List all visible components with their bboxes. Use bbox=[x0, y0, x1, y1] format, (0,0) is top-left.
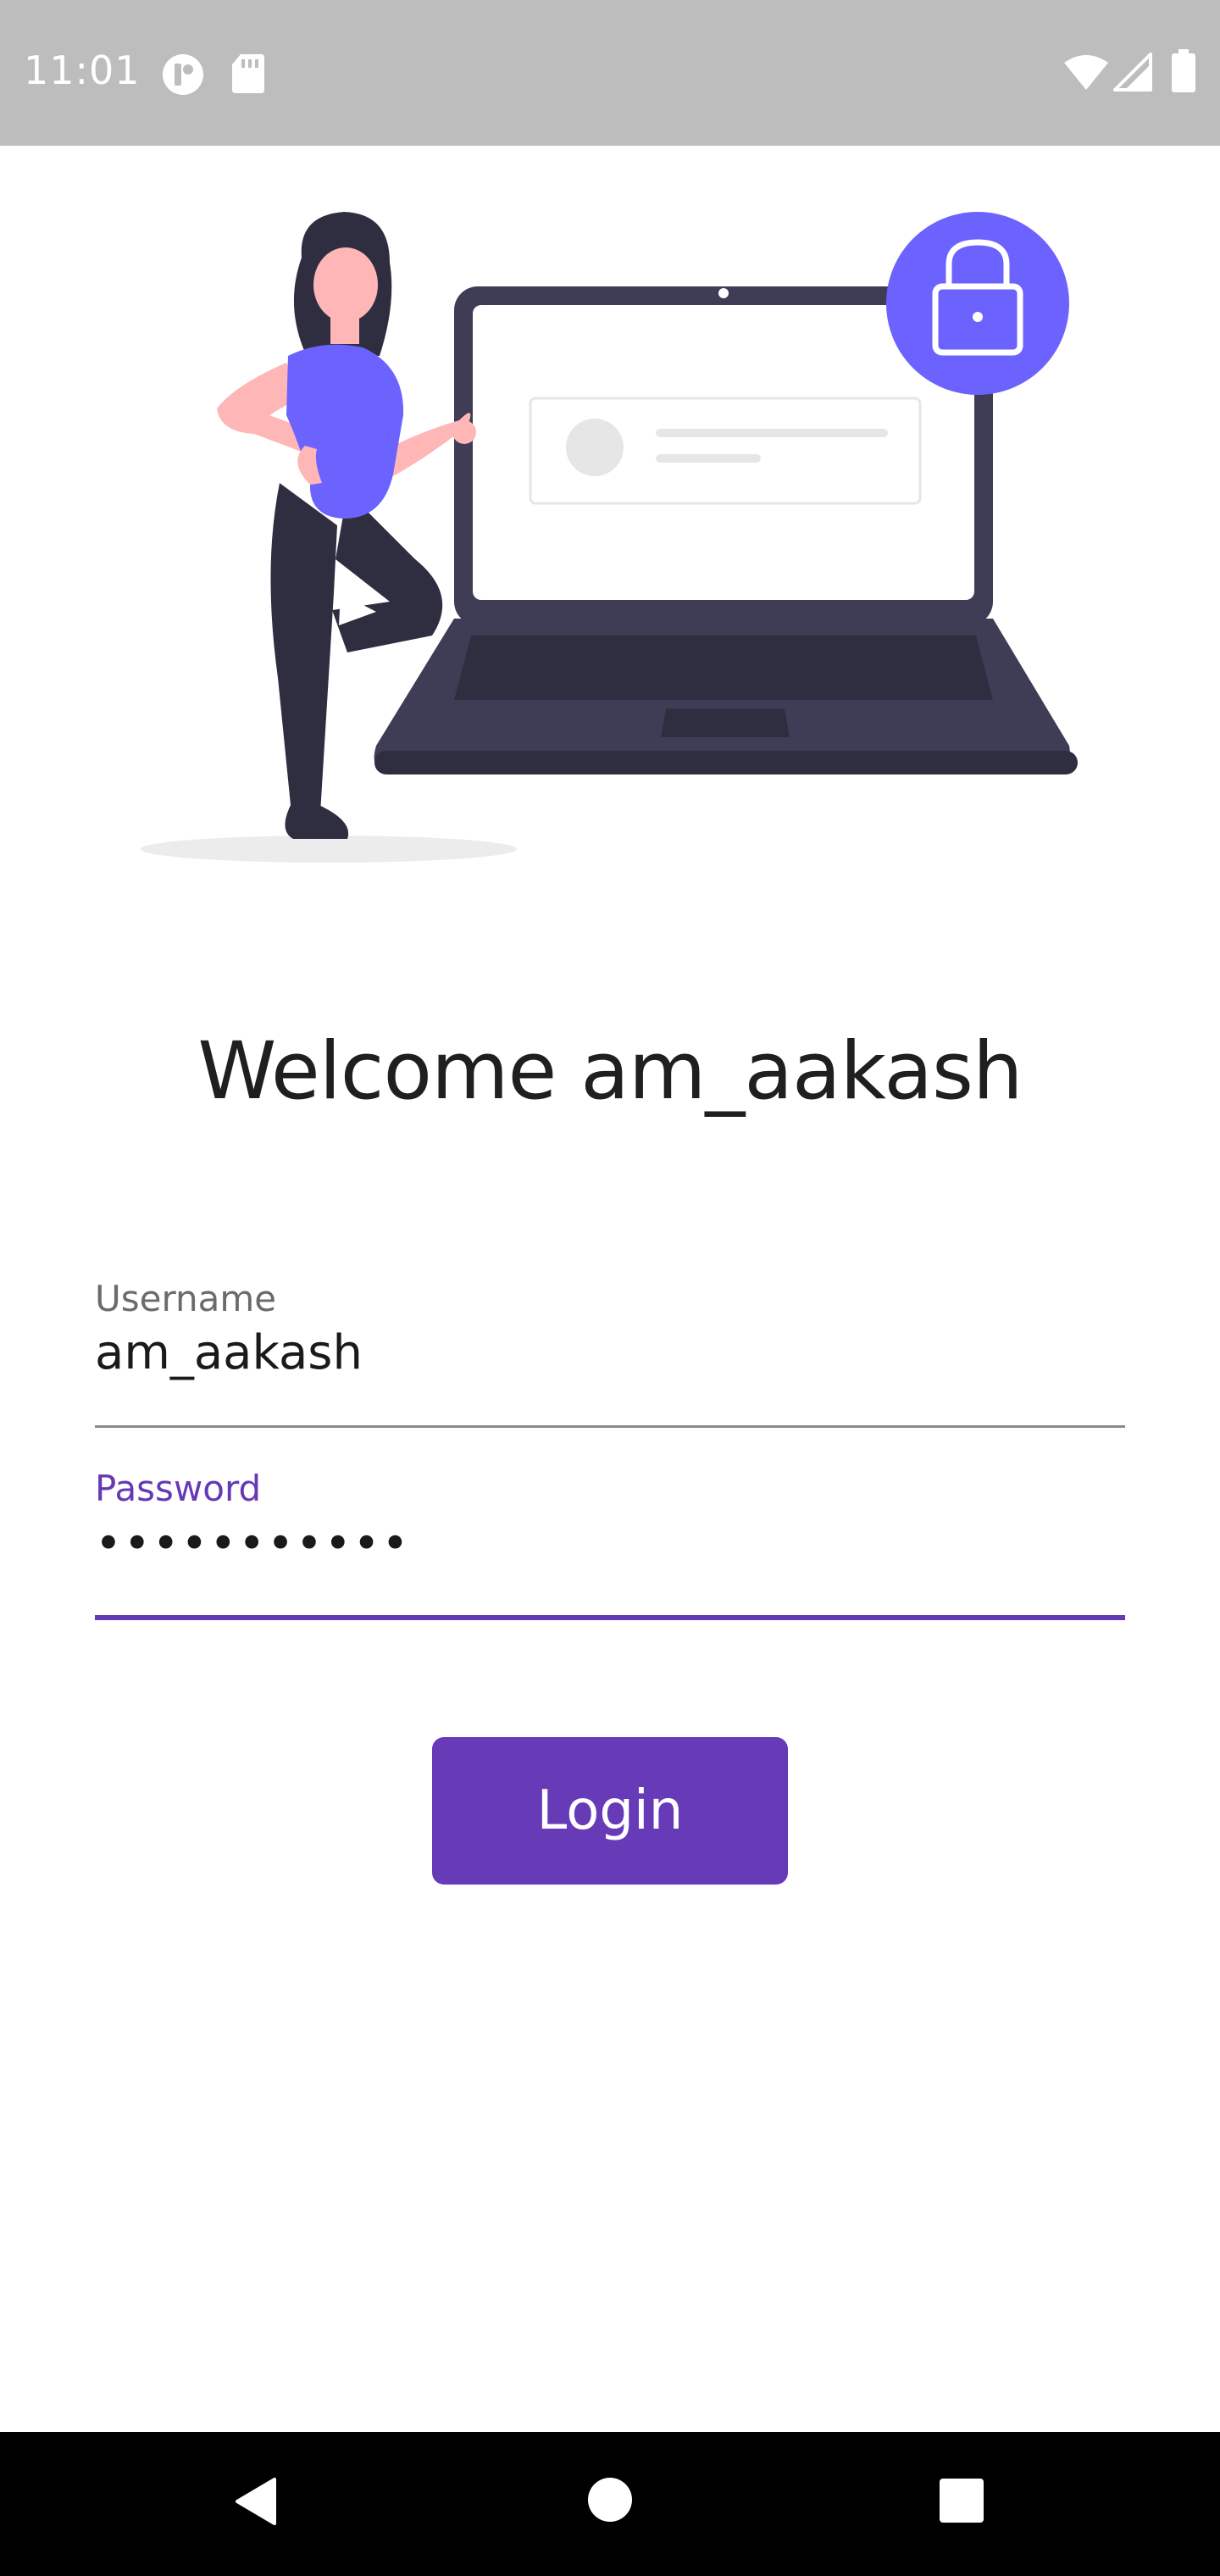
login-screen: 11:01 Welcome am_aakash Username am_aaka… bbox=[0, 0, 1220, 2576]
username-label: Username bbox=[95, 1278, 277, 1319]
username-field[interactable]: Username am_aakash bbox=[95, 1278, 1125, 1430]
lock-badge bbox=[886, 212, 1069, 395]
username-underline bbox=[95, 1425, 1125, 1428]
secure-login-illustration bbox=[141, 212, 1078, 863]
home-icon[interactable] bbox=[586, 2476, 634, 2523]
welcome-title: Welcome am_aakash bbox=[197, 1025, 1023, 1118]
battery-icon bbox=[1172, 49, 1195, 92]
password-field[interactable]: Password ••••••••••• bbox=[95, 1468, 1125, 1620]
back-icon[interactable] bbox=[230, 2476, 281, 2527]
status-bar: 11:01 bbox=[0, 0, 1220, 146]
ground-shadow bbox=[141, 836, 517, 863]
password-underline bbox=[95, 1615, 1125, 1620]
sd-card-icon bbox=[232, 54, 264, 93]
login-button[interactable]: Login bbox=[432, 1737, 788, 1885]
wifi-icon bbox=[1064, 55, 1108, 90]
sync-icon bbox=[163, 54, 203, 95]
status-time: 11:01 bbox=[24, 47, 141, 93]
navigation-bar bbox=[0, 2432, 1220, 2576]
username-input[interactable]: am_aakash bbox=[95, 1325, 363, 1380]
password-label: Password bbox=[95, 1468, 262, 1509]
cellular-signal-icon bbox=[1113, 53, 1152, 92]
password-input[interactable]: ••••••••••• bbox=[95, 1517, 410, 1570]
recents-icon[interactable] bbox=[939, 2478, 984, 2523]
